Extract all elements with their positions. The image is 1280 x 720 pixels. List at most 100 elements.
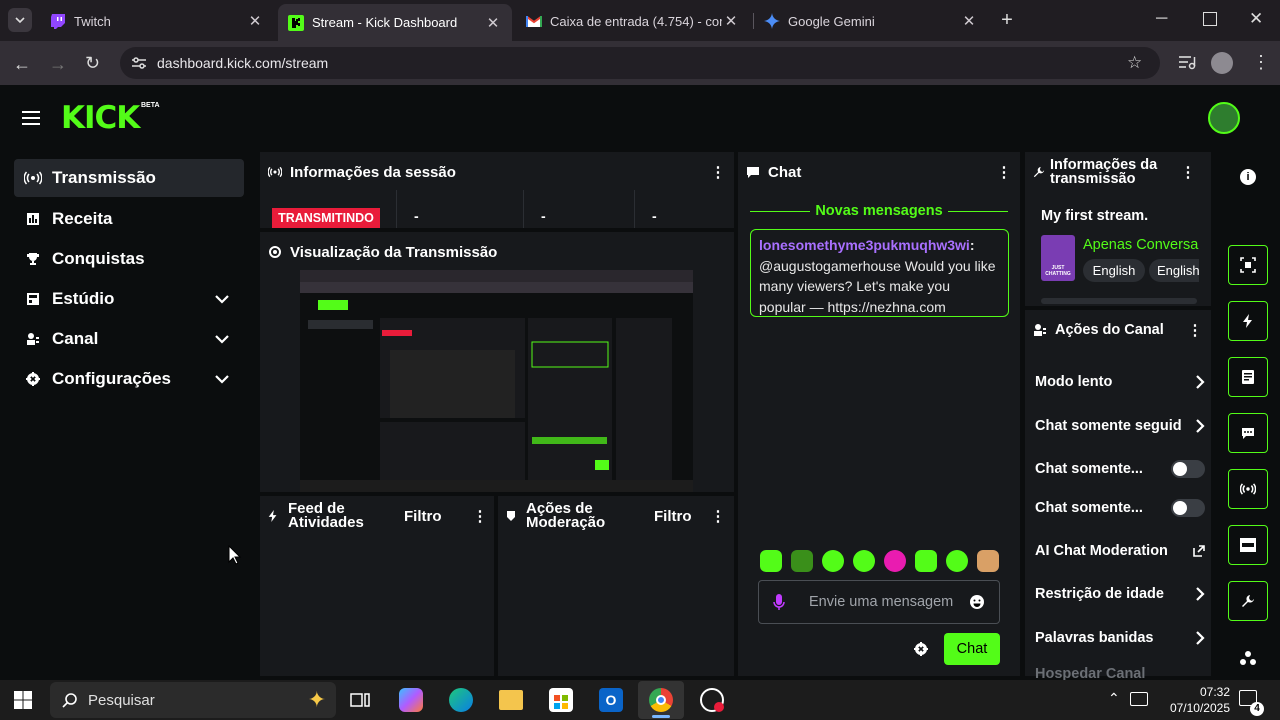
emotes-only-action: Chat somente... xyxy=(1035,493,1205,523)
chat-input[interactable]: Envie uma mensagem xyxy=(758,580,1000,624)
info-icon[interactable]: i xyxy=(1240,169,1256,185)
sidebar-item-conquistas[interactable]: Conquistas xyxy=(14,240,244,278)
tag-chip[interactable]: English xyxy=(1083,259,1145,282)
close-tab-icon[interactable]: ✕ xyxy=(960,12,978,30)
sidebar-item-receita[interactable]: Receita xyxy=(14,200,244,238)
emote-icon[interactable] xyxy=(915,550,937,572)
sidebar-item-configuracoes[interactable]: Configurações xyxy=(14,360,244,398)
banned-words-action[interactable]: Palavras banidas xyxy=(1035,623,1205,653)
close-tab-icon[interactable]: ✕ xyxy=(722,12,740,30)
close-window-button[interactable]: ✕ xyxy=(1249,9,1267,29)
edge-browser-icon[interactable] xyxy=(449,688,473,712)
microsoft-store-icon[interactable] xyxy=(549,688,573,712)
rail-preview-button[interactable] xyxy=(1228,245,1268,285)
tab-gemini[interactable]: Google Gemini ✕ xyxy=(754,6,988,36)
emote-icon[interactable] xyxy=(853,550,875,572)
host-channel-action[interactable]: Hospedar Canal xyxy=(1035,664,1205,680)
scrollbar[interactable] xyxy=(1041,298,1197,304)
send-chat-button[interactable]: Chat xyxy=(944,633,1000,665)
rail-activity-button[interactable] xyxy=(1228,301,1268,341)
outlook-icon[interactable]: O xyxy=(599,688,623,712)
microphone-icon[interactable] xyxy=(773,593,785,611)
integrations-icon[interactable] xyxy=(1239,650,1257,666)
more-options-icon[interactable]: ⋮ xyxy=(994,163,1014,181)
emote-icon[interactable] xyxy=(760,550,782,572)
rail-chat-button[interactable] xyxy=(1228,413,1268,453)
toggle-switch[interactable] xyxy=(1171,499,1205,517)
sidebar-item-transmissao[interactable]: Transmissão xyxy=(14,159,244,197)
stream-preview-video[interactable] xyxy=(300,270,693,492)
reload-button[interactable]: ↻ xyxy=(85,53,105,73)
emote-icon[interactable] xyxy=(791,550,813,572)
back-button[interactable]: ← xyxy=(13,54,33,74)
tab-twitch[interactable]: Twitch ✕ xyxy=(40,6,274,36)
obs-studio-icon[interactable] xyxy=(700,688,724,712)
document-icon xyxy=(1242,370,1254,384)
network-icon[interactable] xyxy=(1130,692,1148,706)
emote-icon[interactable] xyxy=(946,550,968,572)
emote-bar xyxy=(760,550,1000,572)
sidebar-item-estudio[interactable]: Estúdio xyxy=(14,280,244,318)
tab-search-button[interactable] xyxy=(8,8,32,32)
chat-settings-icon[interactable] xyxy=(914,642,928,656)
close-tab-icon[interactable]: ✕ xyxy=(484,14,502,32)
rail-layout-button[interactable] xyxy=(1228,525,1268,565)
rail-settings-button[interactable] xyxy=(1228,581,1268,621)
filter-button[interactable]: Filtro xyxy=(654,508,708,525)
more-options-icon[interactable]: ⋮ xyxy=(708,163,728,181)
sidebar-item-label: Estúdio xyxy=(52,289,115,308)
emote-icon[interactable] xyxy=(822,550,844,572)
new-messages-divider[interactable]: Novas mensagens xyxy=(812,203,946,219)
emote-icon[interactable] xyxy=(977,550,999,572)
minimize-button[interactable]: ─ xyxy=(1156,10,1174,30)
more-options-icon[interactable]: ⋮ xyxy=(470,507,490,525)
chat-header: Chat ⋮ xyxy=(746,160,1014,184)
camera-icon xyxy=(269,246,281,258)
followers-only-action[interactable]: Chat somente seguid xyxy=(1035,411,1205,441)
tab-gmail[interactable]: Caixa de entrada (4.754) - coma ✕ xyxy=(516,6,750,36)
profile-avatar[interactable] xyxy=(1211,52,1233,74)
filter-button[interactable]: Filtro xyxy=(404,508,470,525)
browser-menu-icon[interactable]: ⋮ xyxy=(1252,52,1270,73)
copilot-app-icon[interactable] xyxy=(399,688,423,712)
task-view-icon[interactable] xyxy=(348,688,372,712)
more-options-icon[interactable]: ⋮ xyxy=(708,507,728,525)
emote-icon[interactable] xyxy=(884,550,906,572)
system-clock[interactable]: 07:32 07/10/2025 xyxy=(1150,684,1230,716)
copilot-sparkle-icon: ✦ xyxy=(307,687,326,712)
new-tab-button[interactable]: + xyxy=(996,9,1018,31)
media-control-icon[interactable] xyxy=(1178,54,1196,70)
toggle-switch[interactable] xyxy=(1171,460,1205,478)
chat-username[interactable]: lonesomethyme3pukmuqhw3wi xyxy=(759,237,970,253)
chat-bubble-icon xyxy=(1242,428,1254,439)
category-thumbnail[interactable]: JUST CHATTING xyxy=(1041,235,1075,281)
show-hidden-icons-chevron[interactable]: ⌃ xyxy=(1108,690,1120,707)
clock-time: 07:32 xyxy=(1199,685,1230,699)
user-avatar[interactable] xyxy=(1208,102,1240,134)
chat-input-placeholder: Envie uma mensagem xyxy=(809,594,954,610)
hamburger-menu-icon[interactable] xyxy=(22,110,42,126)
more-options-icon[interactable]: ⋮ xyxy=(1185,321,1205,339)
ai-moderation-action[interactable]: AI Chat Moderation xyxy=(1035,536,1205,566)
revenue-icon xyxy=(27,213,39,225)
sidebar-item-canal[interactable]: Canal xyxy=(14,320,244,358)
file-explorer-icon[interactable] xyxy=(499,690,523,710)
tag-chip[interactable]: English xyxy=(1149,259,1199,282)
category-name[interactable]: Apenas Conversa xyxy=(1083,237,1199,253)
windows-start-icon[interactable] xyxy=(14,691,32,709)
rail-notes-button[interactable] xyxy=(1228,357,1268,397)
forward-button[interactable]: → xyxy=(49,54,69,74)
rail-broadcast-button[interactable] xyxy=(1228,469,1268,509)
taskbar-search-box[interactable]: Pesquisar ✦ xyxy=(50,682,336,718)
slow-mode-action[interactable]: Modo lento xyxy=(1035,367,1205,397)
tab-title: Twitch xyxy=(74,13,111,29)
age-restriction-action[interactable]: Restrição de idade xyxy=(1035,579,1205,609)
more-options-icon[interactable]: ⋮ xyxy=(1178,163,1198,181)
site-info-icon[interactable] xyxy=(131,56,147,70)
bookmark-star-icon[interactable]: ☆ xyxy=(1127,53,1142,73)
restore-button[interactable] xyxy=(1203,12,1217,26)
tab-kick-dashboard[interactable]: Stream - Kick Dashboard ✕ xyxy=(278,4,512,41)
close-tab-icon[interactable]: ✕ xyxy=(246,12,264,30)
emoji-icon[interactable] xyxy=(969,594,985,610)
kick-logo[interactable]: KICK xyxy=(61,100,140,136)
